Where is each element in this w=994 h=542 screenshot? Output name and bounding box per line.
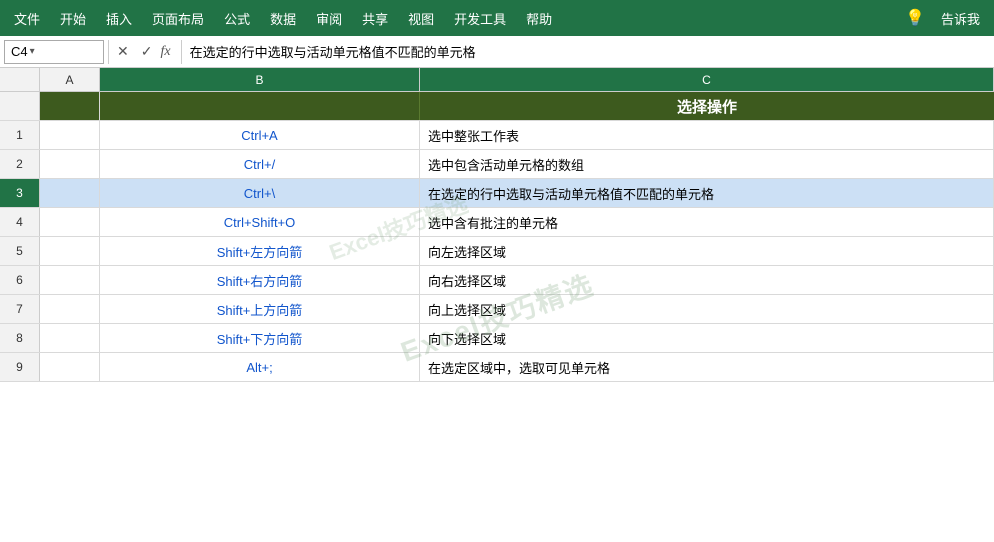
menu-insert[interactable]: 插入 <box>96 5 142 32</box>
table-row: 4 Ctrl+Shift+O 选中含有批注的单元格 <box>0 208 994 237</box>
table-row: 1 Ctrl+A 选中整张工作表 <box>0 121 994 150</box>
cell-5-a[interactable] <box>40 237 100 265</box>
cell-3-a[interactable] <box>40 179 100 207</box>
menu-data[interactable]: 数据 <box>260 5 306 32</box>
row-num-8: 8 <box>0 324 40 352</box>
row-num-header <box>0 68 40 91</box>
cell-9-a[interactable] <box>40 353 100 381</box>
ribbon: 文件 开始 插入 页面布局 公式 数据 审阅 共享 视图 开发工具 帮助 💡 告… <box>0 0 994 36</box>
row-num-1: 1 <box>0 121 40 149</box>
tell-me[interactable]: 告诉我 <box>931 5 990 32</box>
table-header-row: 选择操作 <box>0 92 994 121</box>
cell-3-c[interactable]: 在选定的行中选取与活动单元格值不匹配的单元格 <box>420 179 994 207</box>
name-box-dropdown-icon[interactable]: ▾ <box>30 46 35 57</box>
table-row: 6 Shift+右方向箭 向右选择区域 <box>0 266 994 295</box>
formula-bar-divider2 <box>181 40 182 64</box>
col-header-b[interactable]: B <box>100 68 420 91</box>
row-num-7: 7 <box>0 295 40 323</box>
cell-4-b[interactable]: Ctrl+Shift+O <box>100 208 420 236</box>
name-box[interactable]: C4 ▾ <box>4 40 104 64</box>
cell-header-a[interactable] <box>40 92 100 120</box>
cell-2-a[interactable] <box>40 150 100 178</box>
formula-bar: C4 ▾ ✕ ✓ fx 在选定的行中选取与活动单元格值不匹配的单元格 <box>0 36 994 68</box>
cell-6-b[interactable]: Shift+右方向箭 <box>100 266 420 294</box>
menu-formula[interactable]: 公式 <box>214 5 260 32</box>
row-num-6: 6 <box>0 266 40 294</box>
cell-9-b[interactable]: Alt+; <box>100 353 420 381</box>
column-headers: A B C <box>0 68 994 92</box>
cell-header-b[interactable] <box>100 92 420 120</box>
row-num-9: 9 <box>0 353 40 381</box>
cell-1-b[interactable]: Ctrl+A <box>100 121 420 149</box>
cell-5-c[interactable]: 向左选择区域 <box>420 237 994 265</box>
menu-developer[interactable]: 开发工具 <box>444 5 516 32</box>
spreadsheet: A B C Excel技巧精选 Excel技巧精选 选择操作 1 Ctrl+A … <box>0 68 994 542</box>
table-row: 2 Ctrl+/ 选中包含活动单元格的数组 <box>0 150 994 179</box>
menu-review[interactable]: 审阅 <box>306 5 352 32</box>
cell-5-b[interactable]: Shift+左方向箭 <box>100 237 420 265</box>
cell-6-c[interactable]: 向右选择区域 <box>420 266 994 294</box>
row-num-5: 5 <box>0 237 40 265</box>
table-row-selected: 3 Ctrl+\ 在选定的行中选取与活动单元格值不匹配的单元格 <box>0 179 994 208</box>
table-row: 9 Alt+; 在选定区域中，选取可见单元格 <box>0 353 994 382</box>
confirm-icon[interactable]: ✓ <box>137 41 157 62</box>
menu-view[interactable]: 视图 <box>398 5 444 32</box>
menu-page-layout[interactable]: 页面布局 <box>142 5 214 32</box>
rows-area: Excel技巧精选 Excel技巧精选 选择操作 1 Ctrl+A 选中整张工作… <box>0 92 994 542</box>
cell-7-b[interactable]: Shift+上方向箭 <box>100 295 420 323</box>
cell-4-c[interactable]: 选中含有批注的单元格 <box>420 208 994 236</box>
cell-8-c[interactable]: 向下选择区域 <box>420 324 994 352</box>
col-header-c[interactable]: C <box>420 68 994 91</box>
name-box-value: C4 <box>11 44 28 59</box>
cancel-icon[interactable]: ✕ <box>113 41 133 62</box>
cell-8-b[interactable]: Shift+下方向箭 <box>100 324 420 352</box>
cell-6-a[interactable] <box>40 266 100 294</box>
formula-bar-divider <box>108 40 109 64</box>
cell-3-b[interactable]: Ctrl+\ <box>100 179 420 207</box>
table-row: 7 Shift+上方向箭 向上选择区域 <box>0 295 994 324</box>
col-header-a[interactable]: A <box>40 68 100 91</box>
fx-label: fx <box>160 44 170 60</box>
formula-input[interactable]: 在选定的行中选取与活动单元格值不匹配的单元格 <box>186 40 990 63</box>
menu-home[interactable]: 开始 <box>50 5 96 32</box>
cell-8-a[interactable] <box>40 324 100 352</box>
row-num-4: 4 <box>0 208 40 236</box>
row-num-2: 2 <box>0 150 40 178</box>
table-row: 8 Shift+下方向箭 向下选择区域 <box>0 324 994 353</box>
menu-file[interactable]: 文件 <box>4 5 50 32</box>
cell-2-c[interactable]: 选中包含活动单元格的数组 <box>420 150 994 178</box>
menu-help[interactable]: 帮助 <box>516 5 562 32</box>
formula-bar-icons: ✕ ✓ <box>113 41 156 62</box>
cell-1-a[interactable] <box>40 121 100 149</box>
row-num-3: 3 <box>0 179 40 207</box>
cell-2-b[interactable]: Ctrl+/ <box>100 150 420 178</box>
row-num-header-0 <box>0 92 40 120</box>
cell-7-a[interactable] <box>40 295 100 323</box>
menu-share[interactable]: 共享 <box>352 5 398 32</box>
cell-1-c[interactable]: 选中整张工作表 <box>420 121 994 149</box>
cell-7-c[interactable]: 向上选择区域 <box>420 295 994 323</box>
cell-header-c[interactable]: 选择操作 <box>420 92 994 120</box>
cell-4-a[interactable] <box>40 208 100 236</box>
lightbulb-icon: 💡 <box>899 8 931 28</box>
table-row: 5 Shift+左方向箭 向左选择区域 <box>0 237 994 266</box>
cell-9-c[interactable]: 在选定区域中，选取可见单元格 <box>420 353 994 381</box>
